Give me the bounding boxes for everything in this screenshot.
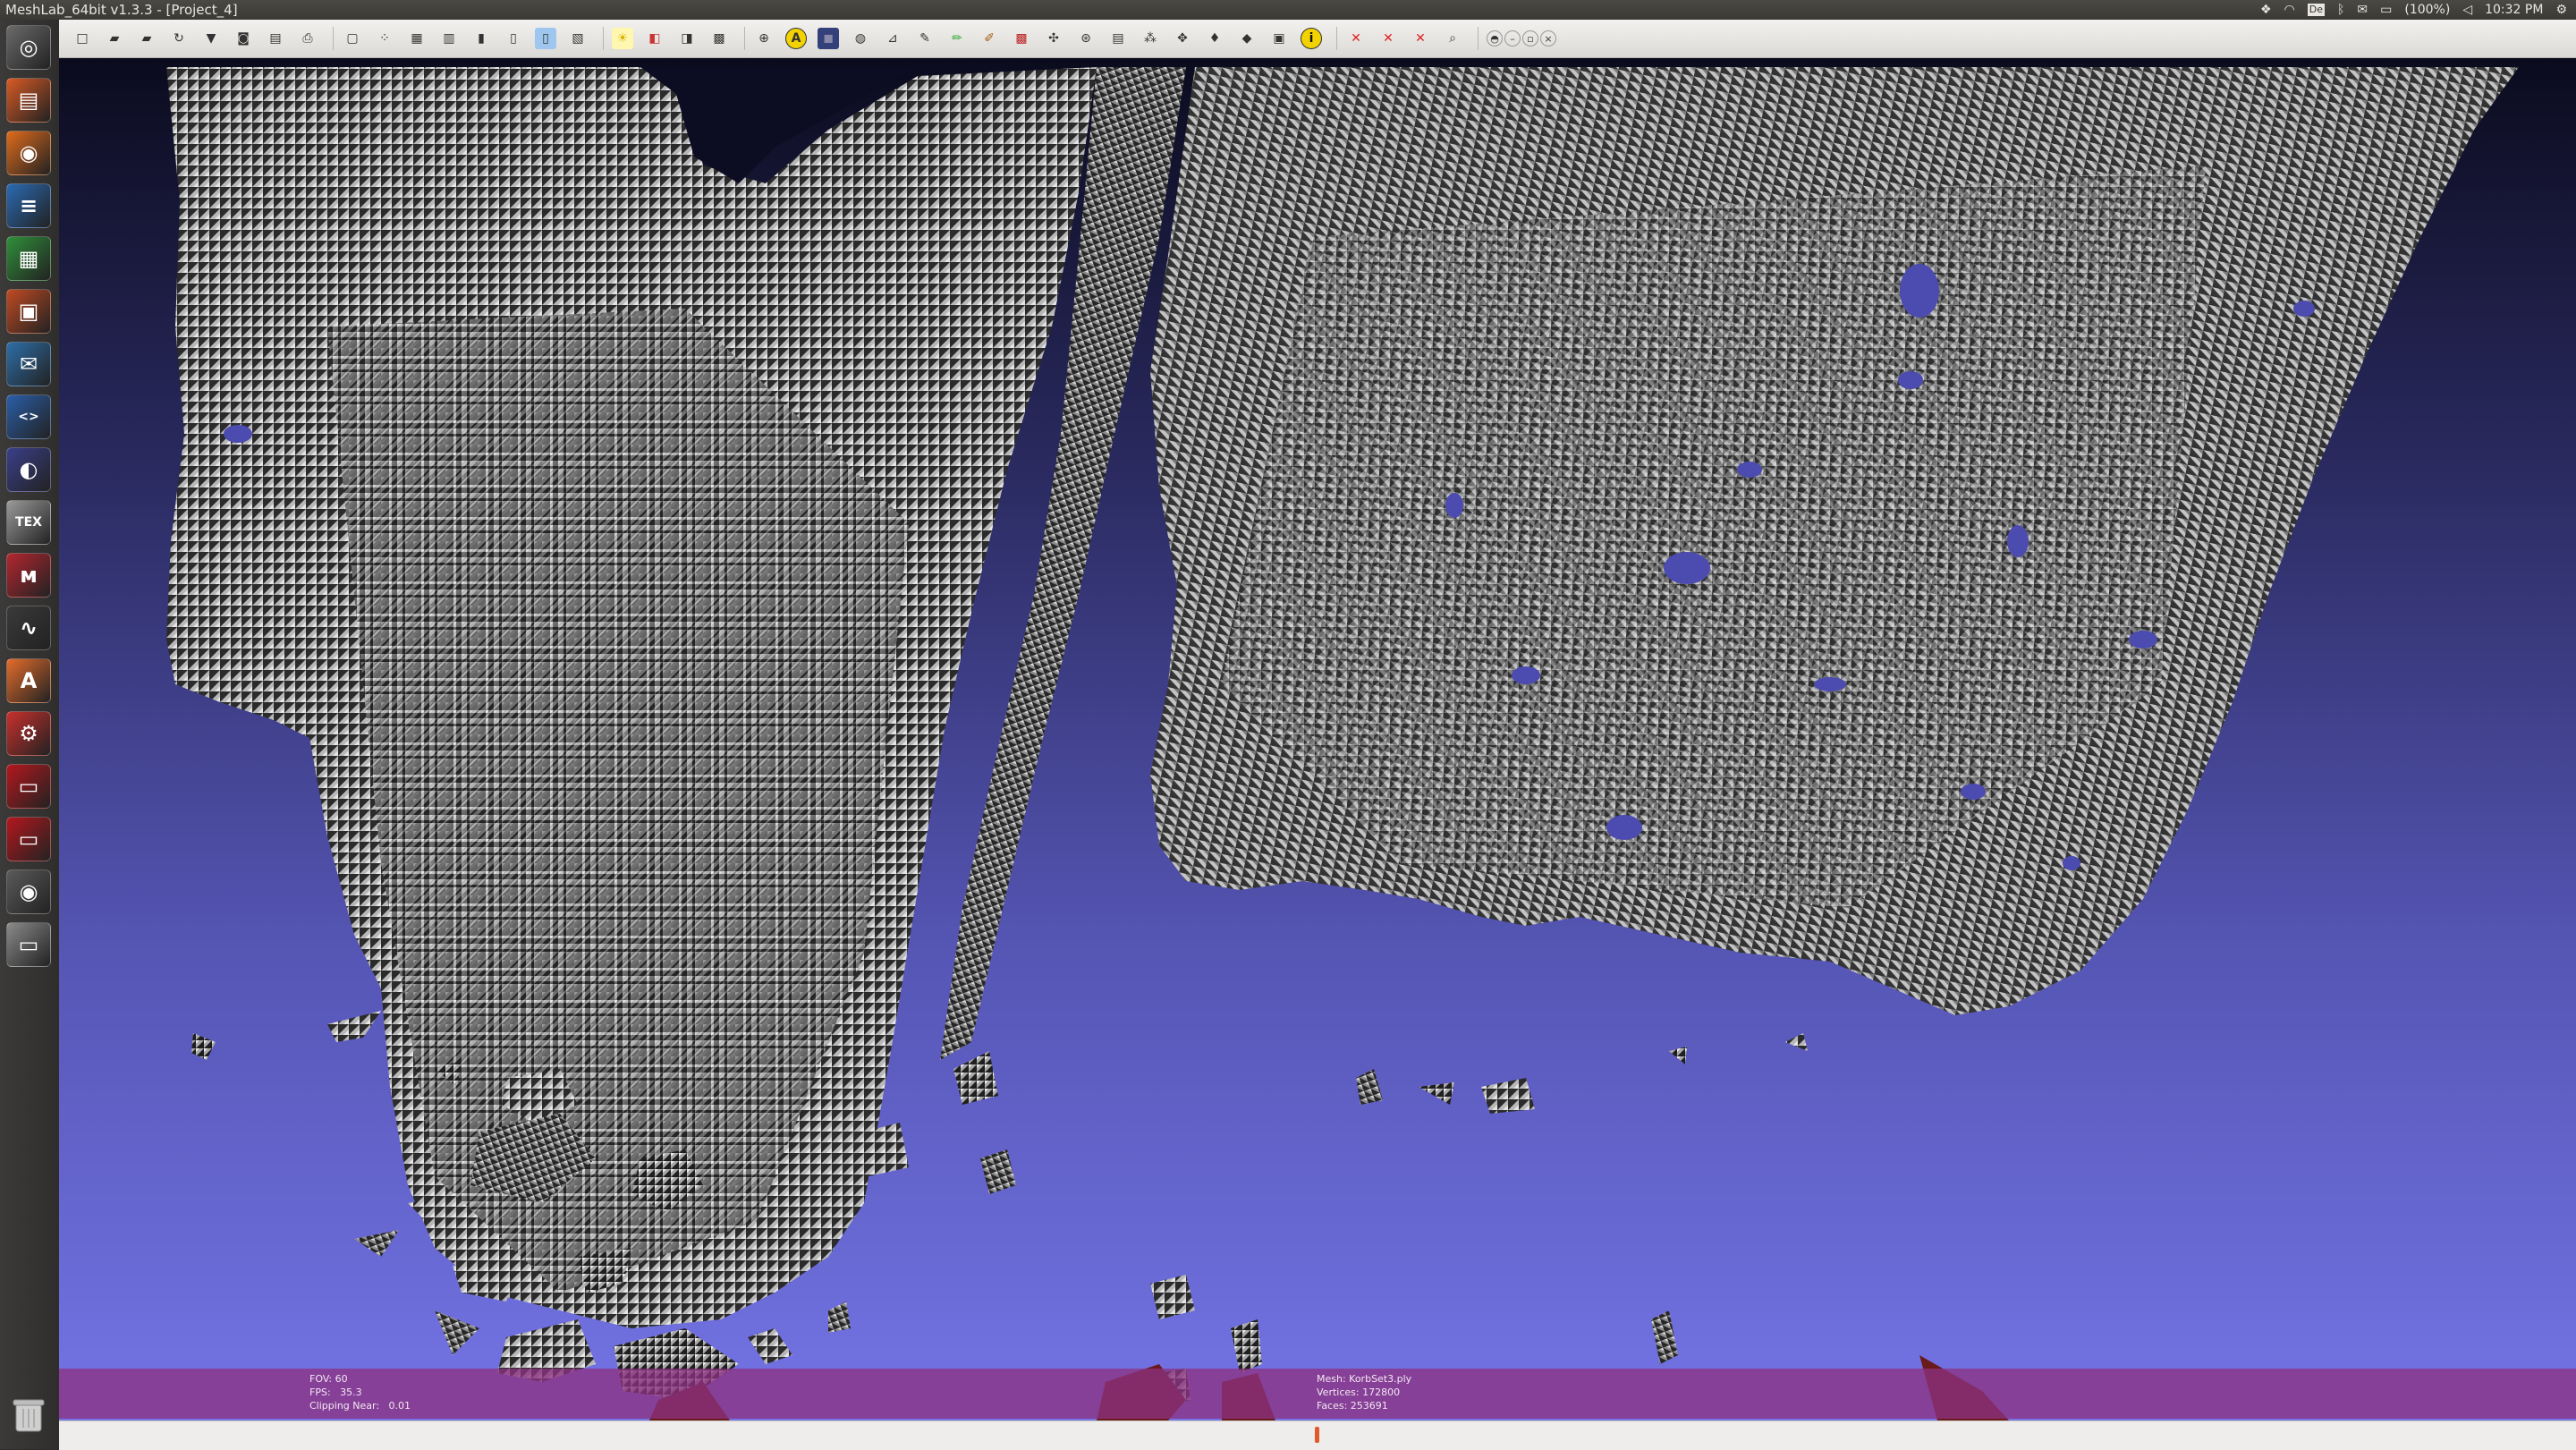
select-connected-icon[interactable]: ✥ bbox=[1172, 28, 1193, 49]
top-panel: MeshLab_64bit v1.3.3 - [Project_4] ❖ ◠ D… bbox=[0, 0, 2576, 20]
firefox-icon[interactable]: ◉ bbox=[6, 131, 51, 175]
reload-icon[interactable]: ↻ bbox=[168, 28, 190, 49]
trackball-icon[interactable]: ⊕ bbox=[753, 28, 775, 49]
system-settings-icon[interactable]: ⚙ bbox=[6, 711, 51, 756]
hidden-lines-icon[interactable]: ▥ bbox=[438, 28, 460, 49]
back-face-icon[interactable]: ▩ bbox=[708, 28, 730, 49]
view-info: FOV: 60 FPS: 35.3 Clipping Near: 0.01 bbox=[309, 1372, 411, 1412]
select-vertex-icon[interactable]: ⁂ bbox=[1140, 28, 1161, 49]
smooth-icon[interactable]: ▯ bbox=[535, 28, 556, 49]
progress-indicator bbox=[1315, 1427, 1319, 1443]
light-on-icon[interactable]: ☀ bbox=[612, 28, 633, 49]
texmaker-icon[interactable]: TEX bbox=[6, 500, 51, 545]
calc-icon[interactable]: ▦ bbox=[6, 236, 51, 281]
shader-icon[interactable]: ◼ bbox=[818, 28, 839, 49]
paint-icon[interactable]: ✏ bbox=[946, 28, 968, 49]
dock-restore-icon[interactable]: ▫ bbox=[1522, 30, 1538, 47]
impress-icon[interactable]: ▣ bbox=[6, 289, 51, 334]
dock-close-icon[interactable]: × bbox=[1540, 30, 1556, 47]
mesh-render bbox=[166, 67, 2519, 1420]
z-paint-icon[interactable]: ♦ bbox=[1204, 28, 1225, 49]
zoom-icon[interactable]: ⌕ bbox=[1442, 28, 1463, 49]
code-editor-icon[interactable]: <> bbox=[6, 394, 51, 439]
quality-map-icon[interactable]: ◆ bbox=[1236, 28, 1258, 49]
dash-home-icon[interactable]: ◎ bbox=[6, 25, 51, 70]
fps-label: FPS: 35.3 bbox=[309, 1386, 362, 1398]
annotation-icon[interactable]: A bbox=[785, 28, 807, 49]
points-icon[interactable]: ⁘ bbox=[374, 28, 395, 49]
open-project-icon[interactable]: ▰ bbox=[104, 28, 125, 49]
unity-launcher: ◎ ▤ ◉ ≡ ▦ ▣ ✉ <> ◐ TEX ᴍ ∿ A ⚙ ▭ ▭ ◉ ▭ bbox=[0, 20, 60, 1449]
toolbar-separator bbox=[333, 27, 334, 50]
app-red-1-icon[interactable]: ▭ bbox=[6, 764, 51, 809]
info-overlay: FOV: 60 FPS: 35.3 Clipping Near: 0.01 Me… bbox=[59, 1369, 2576, 1419]
flat-icon[interactable]: ▮ bbox=[470, 28, 492, 49]
info-icon[interactable]: i bbox=[1301, 28, 1322, 49]
keyboard-layout[interactable]: De bbox=[2307, 4, 2325, 16]
files-icon[interactable]: ▤ bbox=[6, 78, 51, 123]
software-center-icon[interactable]: A bbox=[6, 658, 51, 703]
delete-selection-icon[interactable]: ✕ bbox=[1410, 28, 1431, 49]
toolbar-separator bbox=[1336, 27, 1337, 50]
trash-icon[interactable] bbox=[8, 1395, 49, 1435]
dock-float-icon[interactable]: ◓ bbox=[1487, 30, 1503, 47]
fov-label: FOV: 60 bbox=[309, 1373, 348, 1385]
drive-icon[interactable]: ▭ bbox=[6, 922, 51, 967]
3d-viewport[interactable] bbox=[59, 58, 2576, 1420]
vertices-label: Vertices: 172800 bbox=[1317, 1386, 1401, 1398]
wifi-icon[interactable]: ◠ bbox=[2284, 0, 2295, 20]
battery-percent[interactable]: (100%) bbox=[2404, 0, 2450, 20]
raster-layer-icon[interactable]: ▣ bbox=[1268, 28, 1290, 49]
bounding-box-icon[interactable]: ▢ bbox=[342, 28, 363, 49]
system-monitor-icon[interactable]: ∿ bbox=[6, 606, 51, 650]
eye-app-icon[interactable]: ◉ bbox=[6, 869, 51, 914]
texture-paint-icon[interactable]: ▤ bbox=[1107, 28, 1129, 49]
globe-icon[interactable]: ◍ bbox=[850, 28, 871, 49]
faces-label: Faces: 253691 bbox=[1317, 1400, 1388, 1412]
texture-icon[interactable]: ▧ bbox=[567, 28, 589, 49]
toolbar-separator bbox=[1478, 27, 1479, 50]
system-tray: ❖ ◠ De ᛒ ✉ ▭ (100%) ◁ 10:32 PM ⚙ bbox=[2260, 0, 2567, 20]
delete-vertices-icon[interactable]: ✕ bbox=[1377, 28, 1399, 49]
app-red-2-icon[interactable]: ▭ bbox=[6, 817, 51, 861]
toolbar-separator bbox=[744, 27, 745, 50]
brush-icon[interactable]: ✐ bbox=[979, 28, 1000, 49]
delete-faces-icon[interactable]: ✕ bbox=[1345, 28, 1367, 49]
dropbox-icon[interactable]: ❖ bbox=[2260, 0, 2272, 20]
mesh-info: Mesh: KorbSet3.ply Vertices: 172800 Face… bbox=[1317, 1372, 1411, 1412]
measure-tool-icon[interactable]: ✎ bbox=[914, 28, 936, 49]
manual-register-icon[interactable]: ⊛ bbox=[1075, 28, 1097, 49]
volume-icon[interactable]: ◁ bbox=[2462, 0, 2472, 20]
print-icon[interactable]: ⎙ bbox=[297, 28, 318, 49]
fancy-lighting-icon[interactable]: ◨ bbox=[676, 28, 698, 49]
double-side-lighting-icon[interactable]: ◧ bbox=[644, 28, 665, 49]
mendeley-icon[interactable]: ᴍ bbox=[6, 553, 51, 598]
settings-gear-icon[interactable]: ⚙ bbox=[2555, 0, 2567, 20]
eclipse-icon[interactable]: ◐ bbox=[6, 447, 51, 492]
save-icon[interactable]: ▼ bbox=[200, 28, 222, 49]
toolbar-separator bbox=[603, 27, 604, 50]
snapshot-icon[interactable]: ◙ bbox=[233, 28, 254, 49]
mesh-name-label: Mesh: KorbSet3.ply bbox=[1317, 1373, 1412, 1385]
battery-icon[interactable]: ▭ bbox=[2380, 0, 2392, 20]
pick-points-icon[interactable]: ▩ bbox=[1011, 28, 1032, 49]
align-icon[interactable]: ✣ bbox=[1043, 28, 1064, 49]
new-project-icon[interactable]: □ bbox=[72, 28, 93, 49]
window-title: MeshLab_64bit v1.3.3 - [Project_4] bbox=[5, 2, 238, 18]
thunderbird-icon[interactable]: ✉ bbox=[6, 342, 51, 386]
dock-minimize-icon[interactable]: – bbox=[1504, 30, 1521, 47]
mail-icon[interactable]: ✉ bbox=[2357, 0, 2368, 20]
meshlab-toolbar: □ ▰ ▰ ↻ ▼ ◙ ▤ ⎙ ▢ ⁘ ▦ ▥ ▮ ▯ ▯ ▧ ☀ ◧ ◨ ▩ ⊕ A ◼ ◍ ⊿ ✎ ✏ ✐ ▩ ✣ ⊛ ▤ ⁂ ✥ ♦ ◆ ▣ i ✕ ✕… bbox=[59, 20, 2576, 58]
clipping-label: Clipping Near: 0.01 bbox=[309, 1400, 411, 1412]
select-faces-icon[interactable]: ⊿ bbox=[882, 28, 903, 49]
flat-lines-icon[interactable]: ▯ bbox=[503, 28, 524, 49]
bluetooth-icon[interactable]: ᛒ bbox=[2337, 0, 2344, 20]
wireframe-icon[interactable]: ▦ bbox=[406, 28, 428, 49]
open-mesh-icon[interactable]: ▰ bbox=[136, 28, 157, 49]
clock[interactable]: 10:32 PM bbox=[2485, 0, 2543, 20]
export-icon[interactable]: ▤ bbox=[265, 28, 286, 49]
status-bar bbox=[59, 1420, 2576, 1450]
writer-icon[interactable]: ≡ bbox=[6, 183, 51, 228]
